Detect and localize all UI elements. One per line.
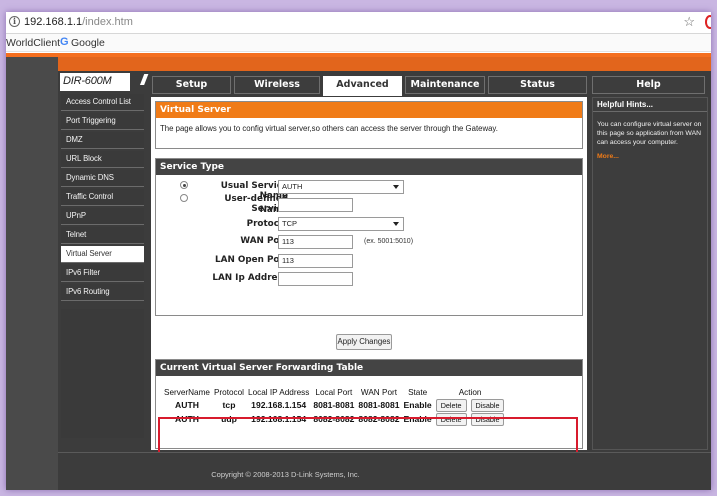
sidebar-item-port-triggering[interactable]: Port Triggering bbox=[61, 113, 144, 130]
url-path: /index.htm bbox=[82, 16, 133, 28]
help-title: Helpful Hints... bbox=[593, 98, 707, 112]
sidebar-item-url-block[interactable]: URL Block bbox=[61, 151, 144, 168]
usual-service-select[interactable]: AUTH bbox=[278, 180, 404, 194]
chevron-down-icon bbox=[393, 222, 399, 226]
model-badge: DIR-600M /// bbox=[60, 72, 147, 91]
usual-service-value: AUTH bbox=[282, 182, 303, 191]
cell-action-disable: Disable bbox=[469, 398, 507, 412]
chevron-down-icon bbox=[393, 185, 399, 189]
lan-ip-input[interactable] bbox=[278, 272, 353, 286]
opera-logo-icon[interactable] bbox=[705, 15, 711, 29]
user-defined-service-input[interactable] bbox=[278, 198, 353, 212]
sidebar-item-access-control-list[interactable]: Access Control List bbox=[61, 94, 144, 111]
info-icon[interactable]: i bbox=[9, 16, 20, 27]
browser-window: i 192.168.1.1/index.htm ☆ WorldClient G … bbox=[6, 12, 711, 490]
sidebar-item-telnet[interactable]: Telnet bbox=[61, 227, 144, 244]
protocol-label: Protocol bbox=[246, 219, 288, 229]
lan-ip-label: LAN Ip Address bbox=[212, 273, 288, 283]
service-type-section: Service Type Usual Service Name AUTH Use… bbox=[155, 158, 583, 316]
virtual-server-title: Virtual Server bbox=[156, 102, 582, 118]
sidebar-item-traffic-control[interactable]: Traffic Control bbox=[61, 189, 144, 206]
usual-service-radio[interactable] bbox=[180, 181, 188, 189]
table-header-row: ServerName Protocol Local IP Address Loc… bbox=[162, 386, 506, 398]
sidebar-item-dmz[interactable]: DMZ bbox=[61, 132, 144, 149]
cell-state: Enable bbox=[403, 400, 432, 410]
sidebar-item-upnp[interactable]: UPnP bbox=[61, 208, 144, 225]
disable-button[interactable]: Disable bbox=[470, 398, 505, 412]
footer: Copyright © 2008-2013 D-Link Systems, In… bbox=[58, 452, 711, 490]
cell-local-ip: 192.168.1.154 bbox=[251, 400, 307, 410]
wan-port-hint: (ex. 5001:5010) bbox=[364, 238, 414, 245]
tab-status[interactable]: Status bbox=[488, 76, 587, 94]
wan-port-label: WAN Port bbox=[240, 236, 288, 246]
tab-help[interactable]: Help bbox=[592, 76, 705, 94]
protocol-value: TCP bbox=[282, 219, 297, 228]
tab-setup[interactable]: Setup bbox=[152, 76, 231, 94]
sidebar: Access Control List Port Triggering DMZ … bbox=[60, 94, 144, 446]
sidebar-filler bbox=[61, 309, 144, 438]
sidebar-item-dynamic-dns[interactable]: Dynamic DNS bbox=[61, 170, 144, 187]
lan-open-port-label: LAN Open Port bbox=[215, 255, 288, 265]
cell-protocol: tcp bbox=[222, 400, 236, 410]
cell-action-delete: Delete bbox=[434, 398, 469, 412]
bookmark-worldclient[interactable]: WorldClient bbox=[6, 37, 60, 49]
virtual-server-description: The page allows you to config virtual se… bbox=[160, 124, 498, 133]
column-header: Action bbox=[458, 387, 482, 397]
user-defined-radio[interactable] bbox=[180, 194, 188, 202]
copyright-text: Copyright © 2008-2013 D-Link Systems, In… bbox=[211, 470, 360, 479]
wan-port-input[interactable]: 113 bbox=[278, 235, 353, 249]
column-header: State bbox=[408, 387, 428, 397]
apply-changes-button[interactable]: Apply Changes bbox=[336, 334, 392, 350]
bookmark-google[interactable]: Google bbox=[71, 37, 105, 49]
service-type-title: Service Type bbox=[156, 159, 582, 175]
lan-open-port-input[interactable]: 113 bbox=[278, 254, 353, 268]
column-header: Protocol bbox=[213, 387, 245, 397]
model-name: DIR-600M bbox=[63, 75, 112, 87]
protocol-select[interactable]: TCP bbox=[278, 217, 404, 231]
main-tabs: Setup Wireless Advanced Maintenance Stat… bbox=[152, 76, 711, 96]
model-slashes: /// bbox=[140, 72, 146, 89]
forwarding-table-title: Current Virtual Server Forwarding Table bbox=[156, 360, 582, 376]
google-icon: G bbox=[60, 36, 69, 48]
sidebar-item-virtual-server[interactable]: Virtual Server bbox=[61, 246, 144, 263]
tab-maintenance[interactable]: Maintenance bbox=[405, 76, 485, 94]
user-defined-label-line2: Name bbox=[259, 205, 288, 215]
virtual-server-section: Virtual Server The page allows you to co… bbox=[155, 101, 583, 149]
tab-advanced[interactable]: Advanced bbox=[323, 76, 402, 96]
url-text[interactable]: 192.168.1.1/index.htm bbox=[24, 16, 133, 28]
table-row: AUTH tcp 192.168.1.154 8081-8081 8081-80… bbox=[162, 398, 506, 412]
cell-server-name: AUTH bbox=[175, 400, 199, 410]
delete-button[interactable]: Delete bbox=[435, 398, 467, 412]
help-text: You can configure virtual server on this… bbox=[597, 121, 702, 146]
router-page: DIR-600M /// Setup Wireless Advanced Mai… bbox=[6, 57, 711, 490]
tab-wireless[interactable]: Wireless bbox=[234, 76, 320, 94]
logo-strip bbox=[58, 57, 711, 71]
bookmark-star-icon[interactable]: ☆ bbox=[683, 14, 695, 30]
column-header: Local IP Address bbox=[248, 387, 310, 397]
column-header: ServerName bbox=[164, 387, 210, 397]
bookmarks-bar: WorldClient G Google bbox=[6, 34, 711, 52]
main-content: Virtual Server The page allows you to co… bbox=[151, 97, 587, 450]
cell-wan-port: 8081-8081 bbox=[358, 400, 400, 410]
cell-local-port: 8081-8081 bbox=[313, 400, 355, 410]
address-bar[interactable]: i 192.168.1.1/index.htm ☆ bbox=[6, 12, 711, 34]
help-panel: Helpful Hints... You can configure virtu… bbox=[592, 97, 708, 450]
sidebar-item-ipv6-routing[interactable]: IPv6 Routing bbox=[61, 284, 144, 301]
sidebar-item-ipv6-filter[interactable]: IPv6 Filter bbox=[61, 265, 144, 282]
url-host: 192.168.1.1 bbox=[24, 16, 83, 28]
column-header: Local Port bbox=[315, 387, 353, 397]
column-header: WAN Port bbox=[360, 387, 398, 397]
help-more-link[interactable]: More... bbox=[593, 147, 707, 160]
